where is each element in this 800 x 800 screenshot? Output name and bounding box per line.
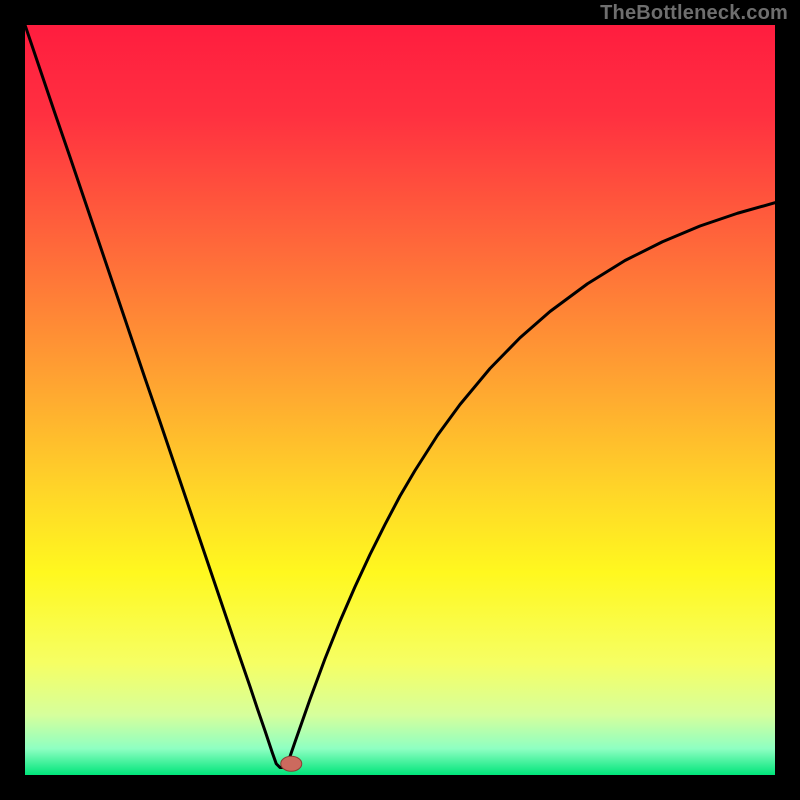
- chart-svg: [25, 25, 775, 775]
- optimal-marker: [281, 756, 302, 771]
- watermark-text: TheBottleneck.com: [600, 2, 788, 25]
- chart-background: [25, 25, 775, 775]
- chart-frame: TheBottleneck.com: [0, 0, 800, 800]
- chart-plot-area: [25, 25, 775, 775]
